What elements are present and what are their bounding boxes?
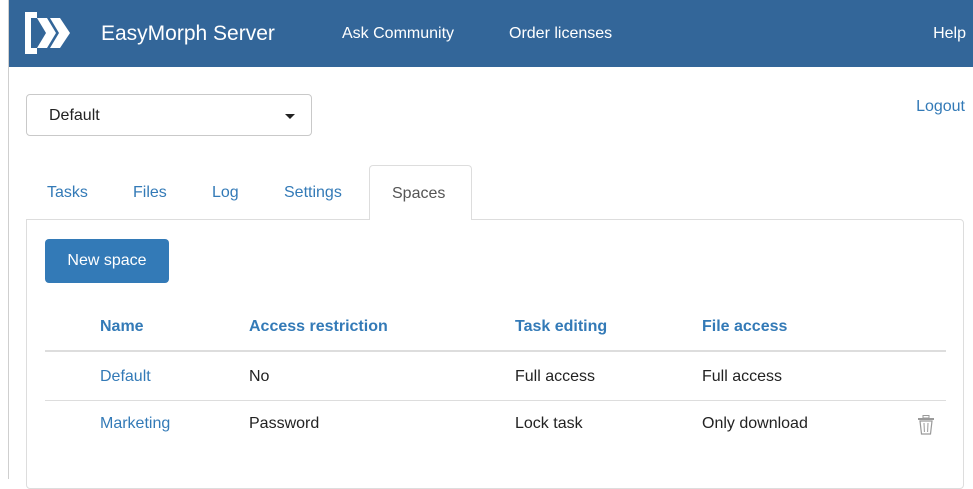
caret-down-icon [285, 114, 295, 119]
cell-file-access: Only download [702, 415, 808, 433]
tab-spaces-label: Spaces [392, 185, 445, 203]
tab-log[interactable]: Log [212, 184, 239, 202]
space-select-dropdown[interactable]: Default [26, 94, 312, 136]
cell-task-editing: Full access [515, 368, 595, 386]
page-left-border [8, 0, 9, 479]
nav-order-licenses-link[interactable]: Order licenses [509, 25, 612, 43]
tab-spaces[interactable]: Spaces [369, 165, 472, 220]
top-navbar: EasyMorph Server Ask Community Order lic… [9, 0, 973, 67]
space-name-link-marketing[interactable]: Marketing [100, 415, 170, 433]
column-header-name: Name [100, 318, 144, 336]
table-row-divider [45, 400, 946, 401]
column-header-task-editing: Task editing [515, 318, 607, 336]
cell-access-restriction: Password [249, 415, 319, 433]
table-header-divider [45, 350, 946, 352]
space-name-link-default[interactable]: Default [100, 368, 151, 386]
tab-files[interactable]: Files [133, 184, 167, 202]
cell-file-access: Full access [702, 368, 782, 386]
tab-settings[interactable]: Settings [284, 184, 342, 202]
new-space-button[interactable]: New space [45, 239, 169, 283]
cell-task-editing: Lock task [515, 415, 583, 433]
column-header-file-access: File access [702, 318, 787, 336]
column-header-access-restriction: Access restriction [249, 318, 388, 336]
easymorph-logo-icon[interactable] [23, 10, 73, 56]
space-select-value: Default [49, 107, 100, 125]
brand-title[interactable]: EasyMorph Server [101, 22, 275, 46]
tab-tasks[interactable]: Tasks [47, 184, 88, 202]
logout-link[interactable]: Logout [916, 98, 965, 116]
trash-icon[interactable] [917, 415, 935, 435]
nav-help-link[interactable]: Help [933, 25, 966, 43]
cell-access-restriction: No [249, 368, 269, 386]
nav-ask-community-link[interactable]: Ask Community [342, 25, 454, 43]
